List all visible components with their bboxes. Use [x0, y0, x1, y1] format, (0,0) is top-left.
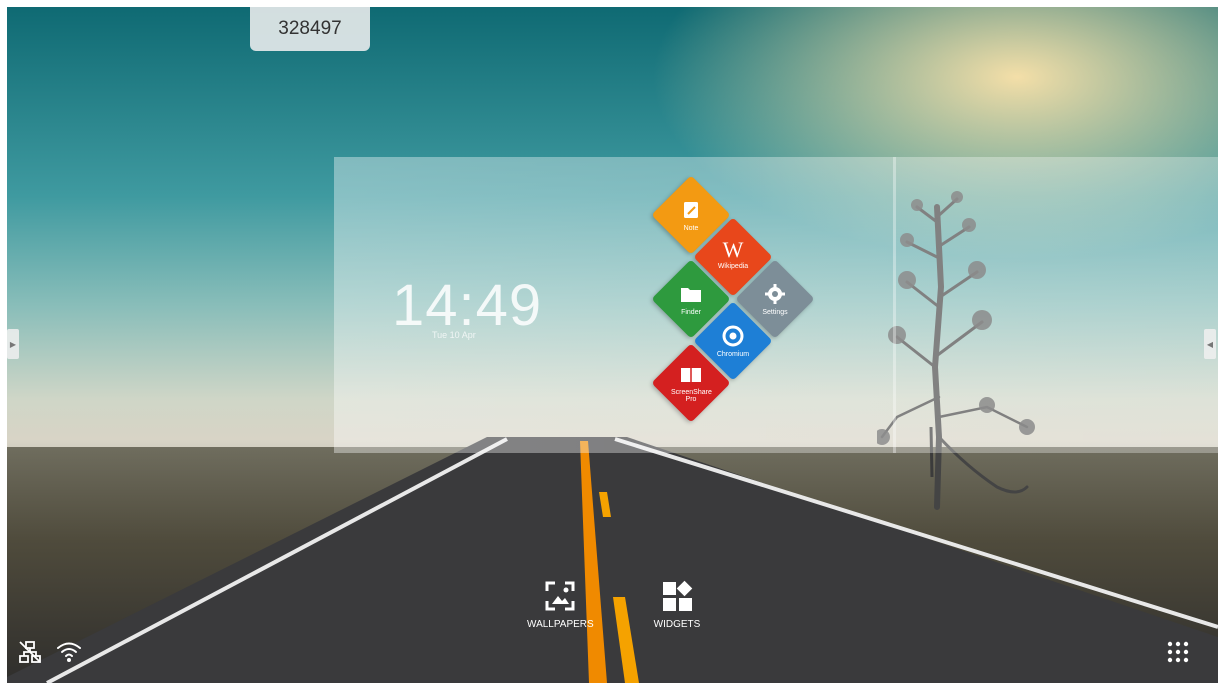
wallpapers-label: WALLPAPERS — [527, 619, 594, 630]
desktop-screen: 328497 14:49 Tue 10 Apr Note W Wikipedia — [7, 7, 1218, 683]
app-tile-label: ScreenShare Pro — [671, 389, 712, 403]
clock-date: Tue 10 Apr — [432, 330, 476, 340]
wifi-icon[interactable] — [55, 639, 83, 665]
pin-code-badge: 328497 — [250, 7, 370, 51]
widgets-label: WIDGETS — [653, 619, 701, 630]
chromium-icon — [722, 325, 744, 347]
folder-icon — [681, 288, 701, 302]
widgets-button[interactable]: WIDGETS — [647, 579, 707, 630]
ethernet-disconnected-icon[interactable] — [17, 639, 43, 665]
screenshare-icon — [681, 368, 701, 382]
wallpaper-icon — [545, 581, 575, 611]
pin-code-text: 328497 — [278, 18, 342, 39]
clock-time: 14:49 — [392, 273, 543, 338]
wallpapers-button[interactable]: WALLPAPERS — [527, 579, 594, 630]
widgets-icon — [663, 580, 693, 611]
note-pencil-icon — [684, 202, 698, 218]
gear-icon — [765, 284, 785, 304]
left-edge-tab[interactable]: ▶ — [7, 329, 19, 359]
panel-divider — [893, 157, 896, 453]
apps-grid-icon[interactable] — [1167, 641, 1189, 663]
app-tile-label: Wikipedia — [717, 263, 749, 270]
arrow-left-icon: ◀ — [1206, 339, 1214, 349]
wikipedia-w-icon: W — [722, 237, 744, 262]
right-edge-tab[interactable]: ◀ — [1204, 329, 1216, 359]
arrow-right-icon: ▶ — [9, 339, 17, 349]
